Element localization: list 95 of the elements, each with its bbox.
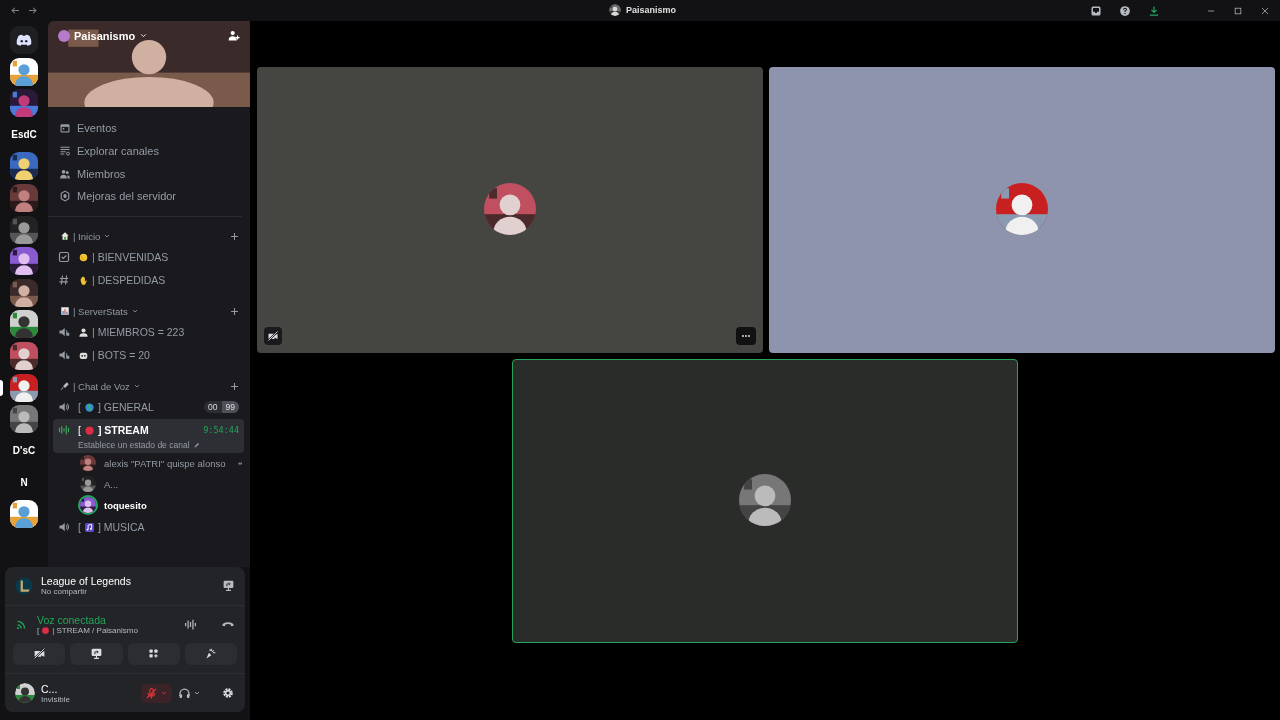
- channel-name[interactable]: | MIEMBROS = 223: [92, 326, 185, 339]
- camera-off-button[interactable]: [13, 642, 66, 665]
- user-name[interactable]: alexis "PATRI" quispe alonso: [104, 457, 226, 469]
- user-limit-badge: 00 99: [204, 401, 239, 414]
- round-dot-icon: [83, 424, 95, 436]
- server-button[interactable]: [10, 152, 38, 181]
- close-icon[interactable]: [1260, 5, 1270, 16]
- menu-item[interactable]: Mejoras del servidor: [77, 190, 177, 203]
- server-button[interactable]: [10, 183, 38, 212]
- user-name: C...: [41, 682, 59, 695]
- muted-mic-icon[interactable]: [145, 686, 158, 700]
- list-search-icon: [59, 145, 71, 158]
- menu-item[interactable]: Miembros: [77, 167, 126, 180]
- channel-name[interactable]: ] MUSICA: [97, 521, 145, 534]
- apps-grid-icon: [147, 647, 161, 661]
- audio-bars-icon: [58, 424, 70, 437]
- connection-status: Voz conectada: [37, 613, 107, 626]
- speaker-lock-icon: [58, 326, 70, 339]
- shield-emblem-icon: [15, 576, 33, 595]
- sparkle-icon: [204, 647, 218, 661]
- activity-title: League of Legends: [41, 575, 131, 588]
- inbox-icon[interactable]: [1090, 4, 1102, 17]
- bar-chart-icon: [60, 306, 70, 317]
- server-button[interactable]: [10, 405, 38, 434]
- round-dot-icon: [41, 625, 51, 635]
- hashtag-icon: [58, 274, 70, 287]
- plus-icon[interactable]: [229, 305, 240, 317]
- server-button[interactable]: [10, 215, 38, 244]
- screen-share-button[interactable]: [70, 642, 123, 665]
- channel-name[interactable]: | BIENVENIDAS: [92, 251, 169, 264]
- server-button[interactable]: [10, 278, 38, 307]
- house-icon: [60, 231, 70, 242]
- video-tile[interactable]: [257, 67, 763, 353]
- calendar-icon: [59, 122, 71, 135]
- channel-status[interactable]: Establece un estado de canal: [78, 439, 190, 450]
- server-name[interactable]: Paisanismo: [74, 29, 136, 42]
- shield-icon: [59, 190, 71, 203]
- microphone-icon: [60, 381, 70, 392]
- back-arrow-icon[interactable]: [10, 5, 21, 16]
- speaker-icon: [58, 401, 70, 414]
- server-button[interactable]: [10, 499, 38, 528]
- window-title: Paisanismo: [626, 5, 677, 15]
- plus-icon[interactable]: [229, 380, 240, 392]
- waving-hand-icon: [78, 274, 89, 286]
- home-button[interactable]: [10, 26, 38, 54]
- server-button[interactable]: [10, 373, 38, 402]
- screen-share-icon[interactable]: [222, 579, 235, 593]
- channel-name[interactable]: | DESPEDIDAS: [92, 274, 166, 287]
- screen-share-icon: [89, 647, 103, 661]
- bracket: [: [37, 625, 40, 635]
- add-person-icon[interactable]: [227, 29, 240, 42]
- user-name[interactable]: A...: [104, 478, 119, 490]
- clapping-hands-icon: [78, 251, 89, 263]
- channel-name[interactable]: ] GENERAL: [97, 401, 154, 414]
- menu-item[interactable]: Explorar canales: [77, 145, 159, 158]
- camera-off-icon: [32, 647, 46, 661]
- category-header[interactable]: | Chat de Voz: [73, 380, 130, 392]
- more-button[interactable]: [736, 327, 756, 345]
- server-button[interactable]: [10, 341, 38, 370]
- plus-icon[interactable]: [229, 230, 240, 242]
- music-note-icon: [83, 521, 95, 533]
- people-icon: [59, 167, 71, 180]
- bracket: [: [78, 521, 81, 534]
- activities-button[interactable]: [127, 642, 180, 665]
- server-button[interactable]: [10, 310, 38, 339]
- menu-item[interactable]: Eventos: [77, 122, 117, 135]
- help-icon[interactable]: [1119, 4, 1131, 17]
- waveform-icon[interactable]: [184, 617, 197, 631]
- video-tile[interactable]: [512, 359, 1018, 643]
- channel-name[interactable]: ] STREAM: [97, 424, 149, 437]
- bracket: [: [78, 424, 81, 437]
- user-name[interactable]: toquesito: [104, 499, 147, 511]
- person-icon: [78, 326, 89, 338]
- pencil-icon[interactable]: [192, 440, 201, 449]
- settings-icon[interactable]: [221, 686, 235, 701]
- server-button[interactable]: [10, 57, 38, 86]
- elapsed-time: 9:54:44: [203, 425, 239, 436]
- channel-link[interactable]: | STREAM / Paisanismo: [52, 625, 138, 635]
- speaker-icon: [58, 521, 70, 534]
- globe-icon: [83, 401, 95, 413]
- download-icon[interactable]: [1148, 4, 1160, 17]
- speaker-lock-icon: [58, 349, 70, 362]
- forward-arrow-icon[interactable]: [27, 5, 38, 16]
- bracket: [: [78, 401, 81, 414]
- category-header[interactable]: | Inicio: [73, 230, 101, 242]
- user-status: Invisible: [41, 694, 70, 704]
- chevron-down-icon[interactable]: [139, 31, 149, 40]
- channel-name[interactable]: | BOTS = 20: [92, 349, 150, 362]
- checkbox-icon: [58, 251, 70, 264]
- activity-subtitle: No compartir: [41, 587, 88, 597]
- server-button[interactable]: [10, 247, 38, 276]
- category-header[interactable]: | ServerStats: [73, 305, 128, 317]
- headphones-icon[interactable]: [178, 686, 191, 700]
- maximize-icon[interactable]: [1233, 5, 1243, 16]
- video-tile[interactable]: [769, 67, 1275, 353]
